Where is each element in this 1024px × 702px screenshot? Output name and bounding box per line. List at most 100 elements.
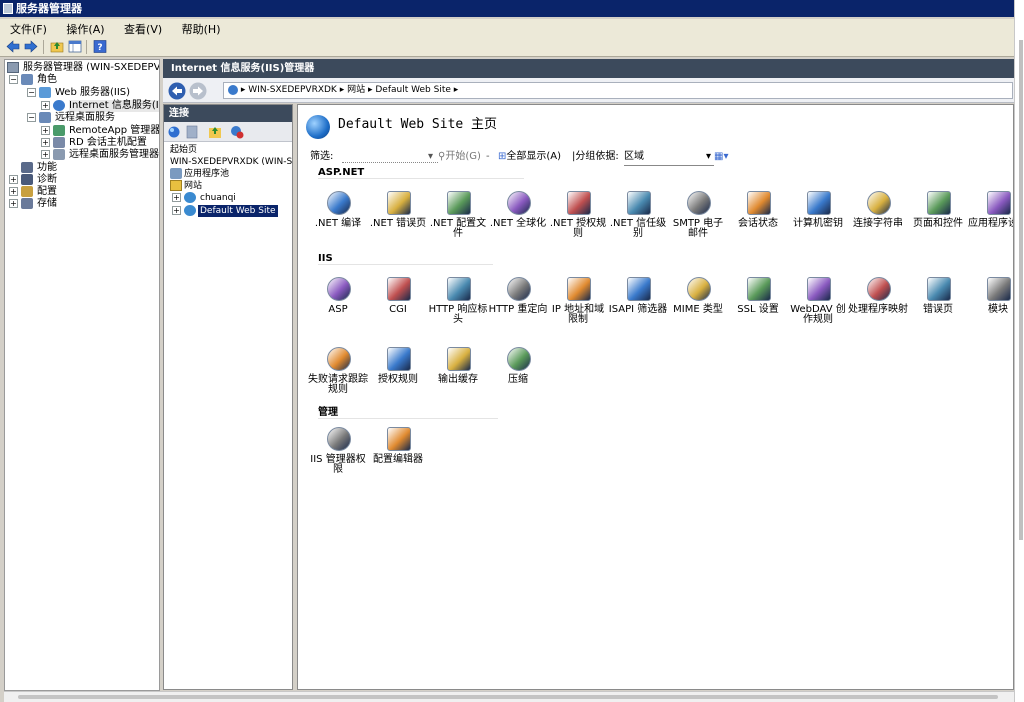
feature-tile[interactable]: 处理程序映射 (848, 277, 908, 339)
feature-tile[interactable]: MIME 类型 (668, 277, 728, 339)
section-header[interactable]: ASP.NET (318, 167, 525, 179)
feature-tile[interactable]: WebDAV 创作规则 (788, 277, 848, 339)
filter-input[interactable] (342, 150, 438, 163)
breadcrumb-server[interactable]: WIN-SXEDEPVRXDK (248, 85, 337, 95)
feature-tile[interactable]: 输出缓存 (428, 347, 488, 409)
horizontal-scrollbar[interactable] (4, 691, 1014, 702)
feature-tile[interactable]: 压缩 (488, 347, 548, 409)
feature-tile[interactable]: 连接字符串 (848, 191, 908, 253)
dotnet-globalization-icon (507, 191, 531, 215)
menu-view[interactable]: 查看(V) (114, 19, 168, 37)
feature-tile[interactable]: 错误页 (908, 277, 968, 339)
mime-types-icon (687, 277, 711, 301)
web-server-icon (39, 87, 51, 98)
up-level-icon[interactable] (208, 125, 222, 139)
iis-manager-permissions-icon (327, 427, 351, 451)
back-arrow-icon[interactable] (6, 40, 20, 53)
feature-tile[interactable]: .NET 授权规则 (548, 191, 608, 253)
globe-icon (228, 84, 238, 95)
feature-tile[interactable]: HTTP 响应标头 (428, 277, 488, 339)
section-header[interactable]: 管理 (318, 403, 498, 419)
compression-icon (507, 347, 531, 371)
configuration-icon (21, 186, 33, 197)
expand-toggle[interactable]: + (9, 175, 18, 184)
menu-file[interactable]: 文件(F) (0, 19, 53, 37)
feature-tile[interactable]: 计算机密钥 (788, 191, 848, 253)
feature-tile[interactable]: SSL 设置 (728, 277, 788, 339)
feature-tile[interactable]: .NET 信任级别 (608, 191, 668, 253)
nav-forward-icon[interactable] (189, 82, 207, 100)
help-icon[interactable]: ? (93, 40, 107, 53)
expand-toggle[interactable]: + (41, 138, 50, 147)
feature-tile[interactable]: .NET 编译 (308, 191, 368, 253)
delete-connection-icon[interactable] (230, 125, 244, 139)
feature-tile-label: .NET 配置文件 (429, 218, 487, 239)
breadcrumb-site[interactable]: Default Web Site (375, 85, 451, 95)
feature-tile[interactable]: 授权规则 (368, 347, 428, 409)
modules-icon (987, 277, 1011, 301)
feature-tile[interactable]: 模块 (968, 277, 1013, 339)
feature-tile-label: .NET 错误页 (369, 218, 427, 229)
feature-tile-label: IP 地址和域限制 (551, 304, 605, 325)
address-bar[interactable]: ▸ WIN-SXEDEPVRXDK ▸ 网站 ▸ Default Web Sit… (223, 82, 1013, 99)
collapse-toggle[interactable]: − (9, 75, 18, 84)
conn-server[interactable]: WIN-SXEDEPVRXDK (WIN-SXEDE (170, 156, 292, 168)
breadcrumb-sites[interactable]: 网站 (347, 85, 365, 95)
dotnet-error-page-icon (387, 191, 411, 215)
feature-tile[interactable]: ISAPI 筛选器 (608, 277, 668, 339)
feature-tile[interactable]: IIS 管理器权限 (308, 427, 368, 489)
show-hide-tree-icon[interactable] (68, 40, 82, 53)
expand-toggle[interactable]: + (41, 150, 50, 159)
feature-tile[interactable]: 页面和控件 (908, 191, 968, 253)
toolbar: ? (0, 37, 1014, 57)
expand-toggle[interactable]: + (41, 126, 50, 135)
dotnet-authorization-icon (567, 191, 591, 215)
up-folder-icon[interactable] (50, 40, 64, 53)
conn-start-page[interactable]: 起始页 (170, 144, 197, 156)
ip-restrictions-icon (567, 277, 591, 301)
view-mode-icon[interactable]: ▦▾ (714, 149, 728, 165)
collapse-toggle[interactable]: − (27, 88, 36, 97)
right-edge-strip (1014, 0, 1024, 702)
site-globe-icon (306, 115, 330, 139)
expand-toggle[interactable]: + (172, 206, 181, 215)
menu-help[interactable]: 帮助(H) (172, 19, 227, 37)
feature-tile[interactable]: IP 地址和域限制 (548, 277, 608, 339)
feature-tile-label: .NET 编译 (314, 218, 362, 229)
feature-tile[interactable]: CGI (368, 277, 428, 339)
feature-tile-label: CGI (389, 304, 407, 315)
forward-arrow-icon[interactable] (24, 40, 38, 53)
feature-tile[interactable]: 失败请求跟踪规则 (308, 347, 368, 409)
nav-back-icon[interactable] (168, 82, 186, 100)
feature-tile[interactable]: .NET 错误页 (368, 191, 428, 253)
expand-toggle[interactable]: + (9, 199, 18, 208)
section-header[interactable]: IIS (318, 253, 493, 265)
feature-tile[interactable]: HTTP 重定向 (488, 277, 548, 339)
vertical-scrollbar[interactable] (1019, 40, 1023, 540)
feature-tile[interactable]: SMTP 电子邮件 (668, 191, 728, 253)
group-by-select[interactable]: 区域 (624, 149, 714, 166)
feature-tile[interactable]: 配置编辑器 (368, 427, 428, 489)
feature-tile[interactable]: 会话状态 (728, 191, 788, 253)
start-filter-button[interactable]: ⚲开始(G) (438, 149, 481, 165)
expand-toggle[interactable]: + (9, 187, 18, 196)
show-all-button[interactable]: ⊞全部显示(A) (498, 149, 561, 165)
feature-tile[interactable]: .NET 配置文件 (428, 191, 488, 253)
menu-action[interactable]: 操作(A) (56, 19, 110, 37)
feature-tile-label: WebDAV 创作规则 (790, 304, 846, 325)
feature-tile-label: 页面和控件 (913, 218, 963, 229)
connect-icon[interactable] (167, 125, 181, 139)
feature-tile[interactable]: 应用程序设置 (968, 191, 1013, 253)
save-icon[interactable] (186, 125, 198, 139)
machine-key-icon (807, 191, 831, 215)
feature-tile[interactable]: .NET 全球化 (488, 191, 548, 253)
expand-toggle[interactable]: + (172, 193, 181, 202)
filter-dropdown-icon[interactable]: ▾ (428, 149, 433, 165)
feature-tile[interactable]: ASP (308, 277, 368, 339)
start-dropdown-icon[interactable]: - (486, 149, 490, 165)
scrollbar-thumb[interactable] (18, 695, 998, 699)
isapi-filters-icon (627, 277, 651, 301)
group-dropdown-icon[interactable]: ▾ (706, 149, 711, 165)
expand-toggle[interactable]: + (41, 101, 50, 110)
collapse-toggle[interactable]: − (27, 113, 36, 122)
